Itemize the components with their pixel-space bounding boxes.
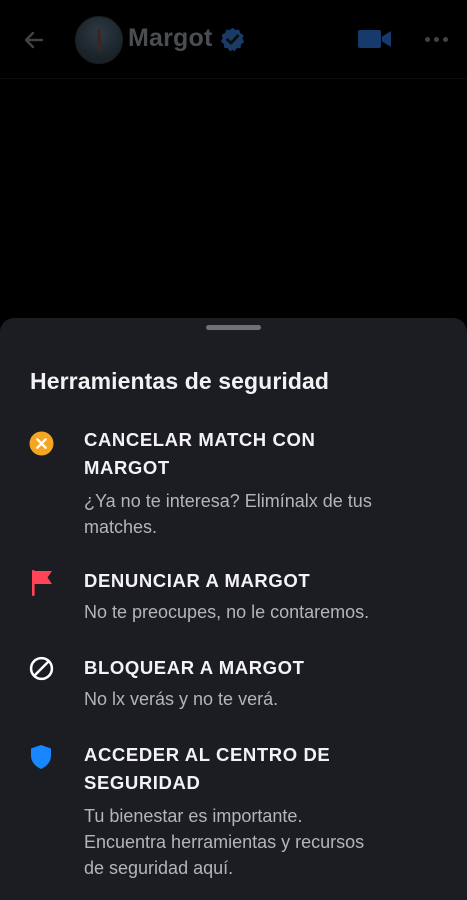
video-camera-icon[interactable] bbox=[357, 27, 393, 51]
block-title: BLOQUEAR A MARGOT bbox=[84, 657, 305, 678]
unmatch-description-line1: ¿Ya no te interesa? Elimínalx de tus bbox=[84, 491, 372, 511]
avatar[interactable] bbox=[75, 16, 123, 64]
screen: Margot Herramientas de seguridad CANCELA… bbox=[0, 0, 467, 900]
more-options-button[interactable] bbox=[420, 27, 452, 51]
safety-center-description-line2: Encuentra herramientas y recursos bbox=[84, 832, 365, 852]
safety-center-title-line2: SEGURIDAD bbox=[84, 772, 201, 793]
arrow-left-icon bbox=[24, 31, 44, 49]
report-title: DENUNCIAR A MARGOT bbox=[84, 570, 311, 591]
report-description: No te preocupes, no le contaremos. bbox=[84, 602, 370, 622]
shield-icon bbox=[31, 745, 51, 769]
unmatch-description-line2: matches. bbox=[84, 517, 158, 537]
safety-center-description-line3: de seguridad aquí. bbox=[84, 858, 234, 878]
block-description: No lx verás y no te verá. bbox=[84, 689, 279, 709]
close-circle-icon bbox=[29, 431, 54, 456]
sheet-drag-handle[interactable] bbox=[206, 325, 261, 330]
safety-center-description-line1: Tu bienestar es importante. bbox=[84, 806, 303, 826]
unmatch-title-line1: CANCELAR MATCH CON bbox=[84, 429, 316, 450]
unmatch-title-line2: MARGOT bbox=[84, 457, 170, 478]
back-button[interactable] bbox=[20, 26, 48, 54]
sheet-title: Herramientas de seguridad bbox=[30, 368, 330, 394]
block-icon bbox=[29, 656, 54, 681]
safety-tools-sheet: Herramientas de seguridad CANCELAR MATCH… bbox=[0, 318, 467, 900]
safety-center-option[interactable]: ACCEDER AL CENTRO DE SEGURIDAD Tu bienes… bbox=[0, 741, 467, 891]
flag-icon bbox=[32, 570, 52, 596]
more-dots-icon bbox=[424, 36, 430, 42]
contact-name[interactable]: Margot bbox=[128, 24, 213, 53]
unmatch-option[interactable]: CANCELAR MATCH CON MARGOT ¿Ya no te inte… bbox=[0, 426, 467, 541]
safety-center-title-line1: ACCEDER AL CENTRO DE bbox=[84, 744, 331, 765]
chat-header: Margot bbox=[0, 0, 467, 79]
block-option[interactable]: BLOQUEAR A MARGOT No lx verás y no te ve… bbox=[0, 654, 467, 716]
verified-check-icon bbox=[220, 27, 245, 52]
report-option[interactable]: DENUNCIAR A MARGOT No te preocupes, no l… bbox=[0, 567, 467, 629]
